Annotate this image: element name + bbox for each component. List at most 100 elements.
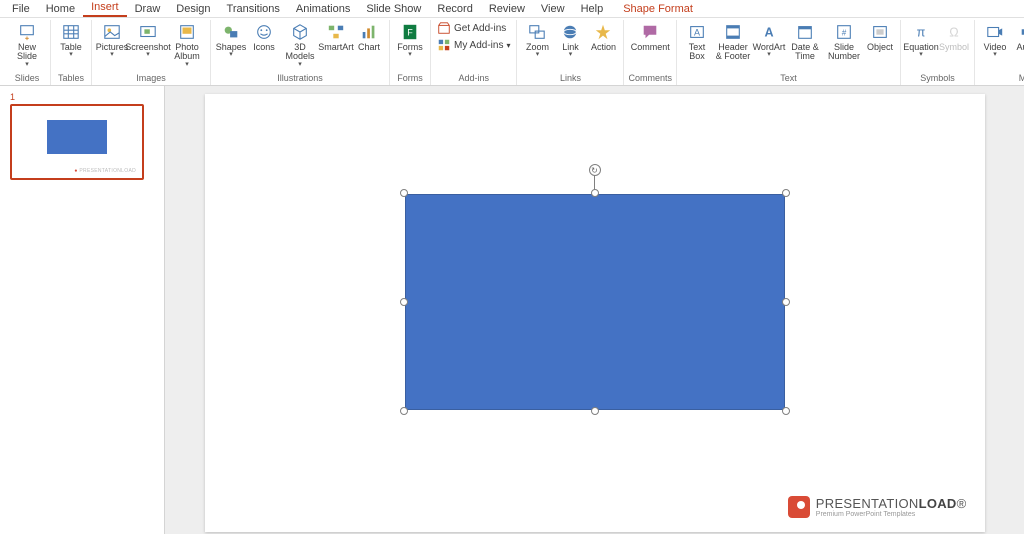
comment-button[interactable]: Comment	[634, 20, 666, 52]
resize-handle-top-middle[interactable]	[591, 189, 599, 197]
menu-slide-show[interactable]: Slide Show	[358, 1, 429, 17]
menu-design[interactable]: Design	[168, 1, 218, 17]
menu-home[interactable]: Home	[38, 1, 83, 17]
forms-button[interactable]: FForms▾	[394, 20, 426, 58]
group-label: Forms	[394, 72, 426, 85]
menu-help[interactable]: Help	[573, 1, 612, 17]
zoom-icon	[527, 22, 547, 42]
resize-handle-middle-right[interactable]	[782, 298, 790, 306]
menu-animations[interactable]: Animations	[288, 1, 358, 17]
screenshot-button[interactable]: Screenshot▾	[129, 20, 167, 58]
action-label: Action	[591, 43, 616, 52]
3d-models-icon	[290, 22, 310, 42]
symbol-button: ΩSymbol	[938, 20, 970, 52]
action-icon	[593, 22, 613, 42]
selected-rectangle-shape[interactable]: ↻	[405, 194, 785, 410]
group-label: Slides	[8, 72, 46, 85]
group-label: Symbols	[905, 72, 970, 85]
slide-canvas[interactable]: ↻ PRESENTATIONLOAD® Premium PowerPoint T…	[205, 94, 985, 532]
store-icon	[437, 21, 451, 35]
group-label: Illustrations	[215, 72, 385, 85]
new-slide-icon	[17, 22, 37, 42]
date-time-icon	[795, 22, 815, 42]
addins-icon	[437, 38, 451, 52]
link-icon	[560, 22, 580, 42]
object-button[interactable]: Object	[864, 20, 896, 52]
3d-models-button[interactable]: 3D Models▾	[281, 20, 319, 67]
smartart-button[interactable]: SmartArt	[320, 20, 352, 52]
chart-icon	[359, 22, 379, 42]
rotation-stem	[594, 174, 595, 190]
menu-review[interactable]: Review	[481, 1, 533, 17]
menu-file[interactable]: File	[4, 1, 38, 17]
ribbon: New Slide▾ Slides Table▾TablesPictures▾Scr…	[0, 18, 1024, 86]
resize-handle-top-left[interactable]	[400, 189, 408, 197]
wordart-button[interactable]: AWordArt▾	[753, 20, 785, 58]
rectangle-fill	[405, 194, 785, 410]
menu-transitions[interactable]: Transitions	[219, 1, 288, 17]
date-time-label: Date & Time	[791, 43, 819, 62]
svg-text:A: A	[764, 26, 773, 40]
group-label: Media	[979, 72, 1024, 85]
new-slide-button[interactable]: New Slide▾	[8, 20, 46, 67]
rotation-handle[interactable]: ↻	[589, 164, 601, 176]
smartart-icon	[326, 22, 346, 42]
icons-icon	[254, 22, 274, 42]
action-button[interactable]: Action	[587, 20, 619, 52]
comment-label: Comment	[631, 43, 670, 52]
slide-thumbnail-1[interactable]: ● PRESENTATIONLOAD	[10, 104, 144, 180]
photo-album-button[interactable]: Photo Album▾	[168, 20, 206, 67]
svg-text:F: F	[407, 28, 413, 38]
menu-bar: File Home Insert Draw Design Transitions…	[0, 0, 1024, 18]
chevron-down-icon: ▾	[69, 53, 73, 57]
my-addins-button[interactable]: My Add-ins ▾	[435, 37, 512, 53]
svg-text:A: A	[694, 28, 700, 38]
icons-button[interactable]: Icons	[248, 20, 280, 52]
shapes-button[interactable]: Shapes▾	[215, 20, 247, 58]
audio-label: Audio	[1016, 43, 1024, 52]
share-button[interactable]	[1004, 1, 1020, 17]
textbox-button[interactable]: AText Box	[681, 20, 713, 62]
ribbon-group-text: AText BoxHeader & FooterAWordArt▾ Date & …	[677, 20, 901, 85]
chevron-down-icon: ▾	[506, 41, 510, 50]
video-icon	[985, 22, 1005, 42]
thumbnail-number: 1	[10, 92, 15, 102]
symbol-icon: Ω	[944, 22, 964, 42]
object-icon	[870, 22, 890, 42]
chevron-down-icon: ▾	[185, 63, 189, 67]
menu-draw[interactable]: Draw	[127, 1, 169, 17]
zoom-button[interactable]: Zoom▾	[521, 20, 553, 58]
audio-button[interactable]: Audio▾	[1012, 20, 1024, 58]
resize-handle-bottom-left[interactable]	[400, 407, 408, 415]
chevron-down-icon: ▾	[408, 53, 412, 57]
resize-handle-top-right[interactable]	[782, 189, 790, 197]
table-button[interactable]: Table▾	[55, 20, 87, 58]
chart-button[interactable]: Chart	[353, 20, 385, 52]
chevron-down-icon: ▾	[25, 63, 29, 67]
video-button[interactable]: Video▾	[979, 20, 1011, 58]
pictures-button[interactable]: Pictures▾	[96, 20, 128, 58]
menu-view[interactable]: View	[533, 1, 573, 17]
3d-models-label: 3D Models	[285, 43, 314, 62]
chevron-down-icon: ▾	[110, 53, 114, 57]
slide-number-button[interactable]: #Slide Number	[825, 20, 863, 62]
get-addins-button[interactable]: Get Add-ins	[435, 20, 512, 36]
menu-shape-format[interactable]: Shape Format	[615, 1, 701, 17]
icons-label: Icons	[253, 43, 275, 52]
link-button[interactable]: Link▾	[554, 20, 586, 58]
equation-button[interactable]: πEquation▾	[905, 20, 937, 58]
header-footer-icon	[723, 22, 743, 42]
get-addins-label: Get Add-ins	[454, 23, 506, 34]
resize-handle-bottom-right[interactable]	[782, 407, 790, 415]
menu-record[interactable]: Record	[429, 1, 480, 17]
object-label: Object	[867, 43, 893, 52]
resize-handle-bottom-middle[interactable]	[591, 407, 599, 415]
header-footer-button[interactable]: Header & Footer	[714, 20, 752, 62]
resize-handle-middle-left[interactable]	[400, 298, 408, 306]
date-time-button[interactable]: Date & Time	[786, 20, 824, 62]
ribbon-group-tables: Table▾Tables	[51, 20, 92, 85]
chevron-down-icon: ▾	[919, 53, 923, 57]
comment-icon	[640, 22, 660, 42]
menu-insert[interactable]: Insert	[83, 0, 127, 17]
slide-number-icon: #	[834, 22, 854, 42]
